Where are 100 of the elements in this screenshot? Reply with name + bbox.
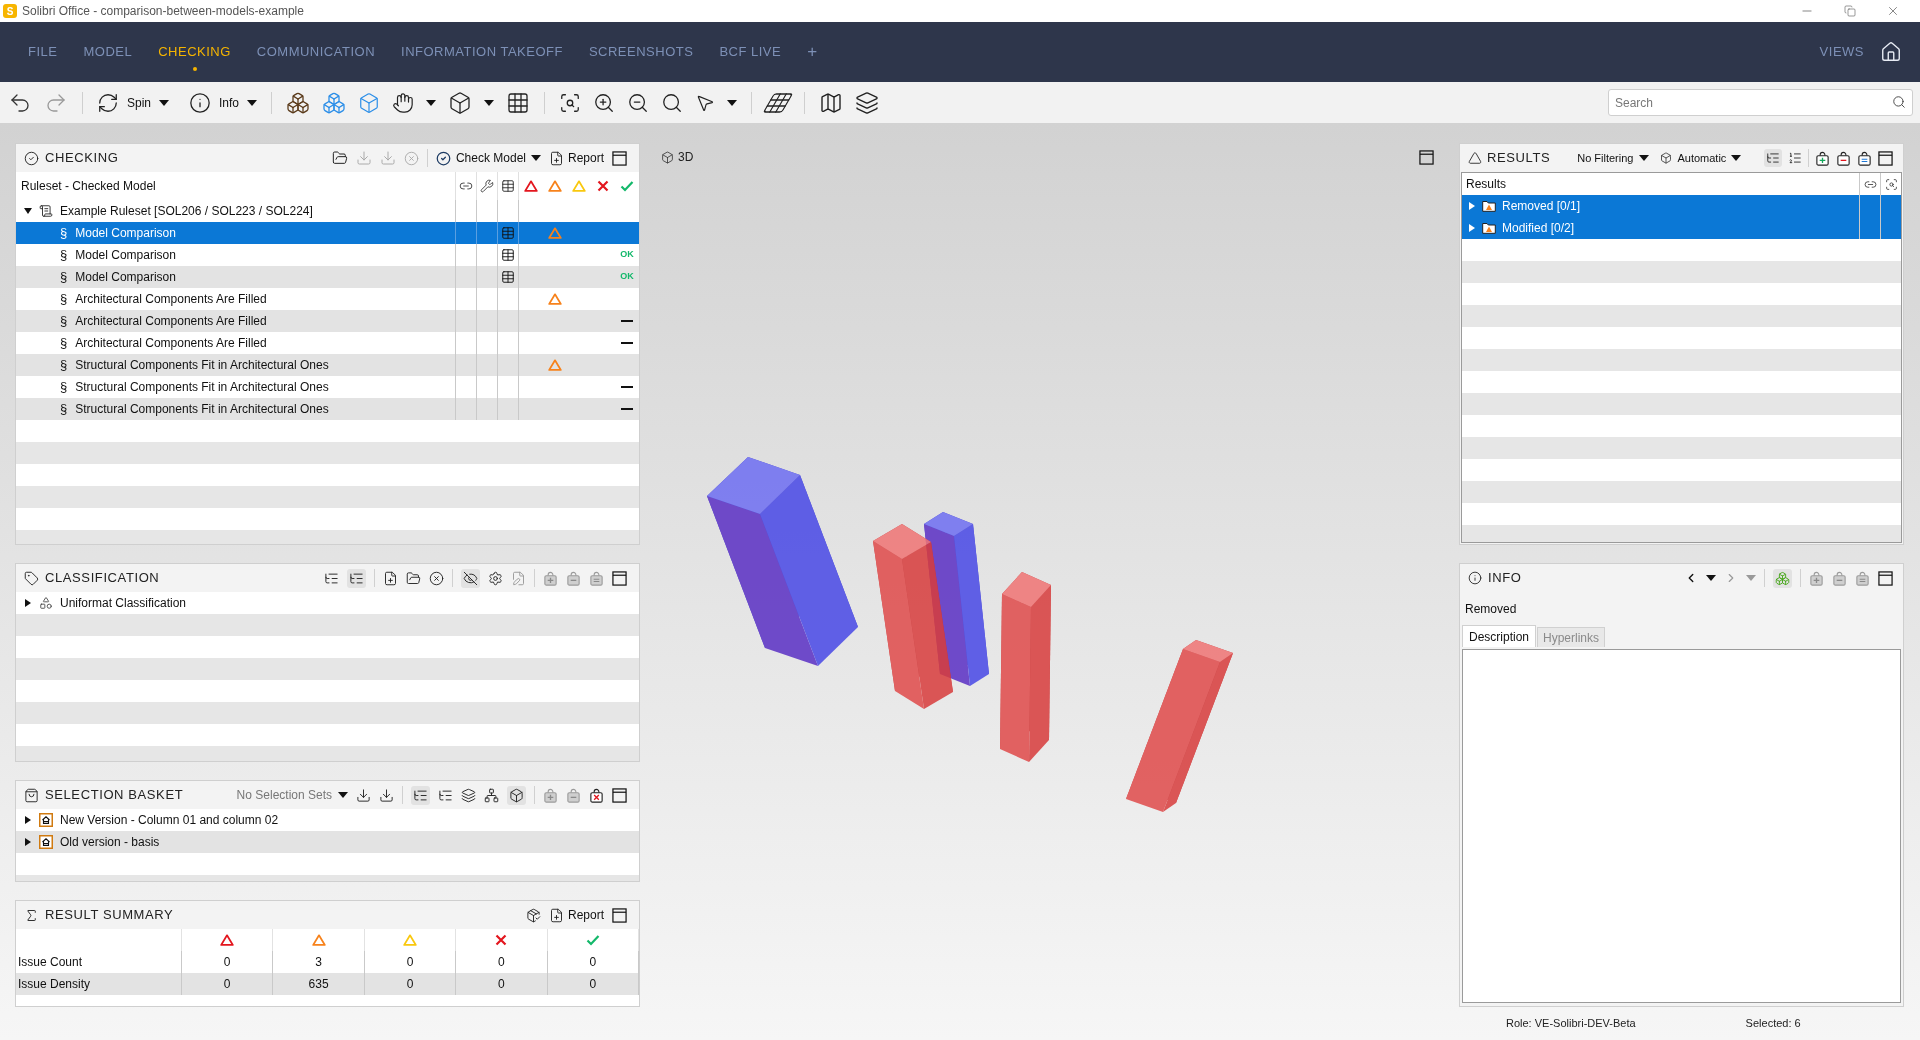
search-field[interactable]: Search: [1608, 89, 1913, 116]
info-icon[interactable]: [189, 91, 212, 114]
bag-equals-icon[interactable]: [1857, 150, 1872, 166]
view-title: 3D: [678, 149, 694, 166]
settings-icon[interactable]: [488, 570, 503, 586]
menu-tab[interactable]: FILE: [15, 32, 71, 72]
eye-off-icon[interactable]: [463, 570, 478, 586]
caret-icon[interactable]: [484, 99, 495, 106]
maximize-panel-icon[interactable]: [612, 907, 627, 923]
expand-arrow-icon[interactable]: [24, 599, 32, 607]
expand-arrow-icon[interactable]: [24, 816, 32, 824]
rotate-icon[interactable]: [97, 91, 119, 114]
caret-icon[interactable]: [426, 99, 437, 106]
caret-icon[interactable]: [247, 99, 258, 106]
close-icon[interactable]: [1886, 4, 1900, 18]
scan-search-icon[interactable]: [1884, 177, 1898, 191]
info-button[interactable]: Info: [189, 91, 258, 114]
zoom-out-icon[interactable]: [627, 91, 650, 114]
tree-icon[interactable]: [349, 570, 364, 586]
house-icon[interactable]: [1880, 41, 1902, 63]
cube-icon: [661, 150, 674, 164]
new-file-icon[interactable]: [383, 570, 398, 586]
maximize-panel-icon[interactable]: [612, 787, 627, 803]
tree-icon[interactable]: [438, 787, 453, 803]
maximize-panel-icon[interactable]: [1878, 570, 1893, 586]
ok-status-label: OK: [620, 248, 634, 262]
caret-icon[interactable]: [727, 99, 738, 106]
caret-icon[interactable]: [338, 792, 348, 798]
check-circle-icon[interactable]: [435, 150, 451, 166]
folder-icon[interactable]: [406, 570, 421, 586]
shapes-icon[interactable]: [39, 596, 53, 610]
table-icon[interactable]: [501, 179, 515, 193]
wrench-icon[interactable]: [480, 179, 494, 193]
download-icon[interactable]: [356, 787, 371, 803]
document-plus-icon[interactable]: [548, 907, 564, 923]
menu-tab[interactable]: MODEL: [70, 32, 146, 72]
caret-icon[interactable]: [1639, 155, 1650, 161]
menu-tab[interactable]: SCREENSHOTS: [575, 32, 707, 72]
folder-icon[interactable]: [331, 150, 348, 166]
maximize-panel-icon[interactable]: [612, 570, 627, 586]
maximize-panel-icon[interactable]: [1419, 149, 1434, 165]
cube-icon[interactable]: [1660, 152, 1673, 164]
check-model-button[interactable]: Check Model: [435, 149, 541, 167]
cube-icon[interactable]: [509, 787, 524, 803]
search-icon[interactable]: [1892, 95, 1906, 109]
report-button[interactable]: Report: [548, 906, 604, 924]
table-icon[interactable]: [501, 270, 515, 284]
menu-tab[interactable]: INFORMATION TAKEOFF: [388, 32, 576, 72]
network-icon[interactable]: [484, 787, 499, 803]
grid-icon[interactable]: [506, 90, 531, 115]
panel-title: INFO: [1488, 569, 1522, 588]
bag-cross-icon[interactable]: [589, 787, 604, 803]
caret-icon[interactable]: [1706, 575, 1716, 581]
views-button[interactable]: VIEWS: [1819, 42, 1864, 62]
menu-tab[interactable]: BCF LIVE: [706, 32, 795, 72]
document-plus-icon[interactable]: [548, 150, 564, 166]
filter-dropdown[interactable]: No Filtering: [1577, 149, 1650, 167]
expand-arrow-icon[interactable]: [24, 207, 32, 215]
caret-icon[interactable]: [159, 99, 170, 106]
report-button[interactable]: Report: [548, 149, 604, 167]
mode-dropdown[interactable]: Automatic: [1660, 149, 1742, 167]
description-field[interactable]: [1462, 649, 1901, 1003]
magnifier-icon[interactable]: [661, 91, 684, 114]
caret-icon[interactable]: [530, 155, 541, 161]
bag-minus-icon[interactable]: [1836, 150, 1851, 166]
selection-sets-dropdown[interactable]: No Selection Sets: [236, 786, 348, 804]
hand-icon[interactable]: [392, 91, 415, 114]
caret-icon[interactable]: [1731, 155, 1742, 161]
add-tab-button[interactable]: +: [794, 39, 831, 65]
spin-button[interactable]: Spin: [97, 91, 170, 114]
maximize-panel-icon[interactable]: [612, 150, 627, 166]
bag-plus-icon[interactable]: [1815, 150, 1830, 166]
house-icon: [39, 835, 53, 849]
maximize-panel-icon[interactable]: [1878, 150, 1893, 166]
tree-icon[interactable]: [324, 570, 339, 586]
panel-title: CLASSIFICATION: [45, 569, 160, 588]
check-circle-icon: [24, 150, 39, 166]
zoom-fit-icon[interactable]: [559, 91, 582, 114]
cubes-icon[interactable]: [286, 90, 311, 115]
info-tab[interactable]: Description: [1462, 625, 1537, 647]
numbered-list-icon[interactable]: [1788, 151, 1802, 165]
expand-arrow-icon[interactable]: [24, 838, 32, 846]
tree-icon[interactable]: [413, 787, 428, 803]
package-check-icon[interactable]: [525, 907, 541, 923]
bag-icon: [24, 787, 39, 803]
cube-icon[interactable]: [448, 90, 473, 115]
layers-icon[interactable]: [855, 90, 880, 115]
zoom-in-icon[interactable]: [593, 91, 616, 114]
scroll-icon[interactable]: [39, 204, 53, 218]
menu-tab[interactable]: COMMUNICATION: [243, 32, 389, 72]
rule-row[interactable]: § Model Comparison: [16, 222, 639, 244]
menu-tab[interactable]: CHECKING: [145, 32, 244, 72]
selection-set-name: New Version - Column 01 and column 02: [60, 812, 279, 829]
download-icon[interactable]: [379, 787, 394, 803]
result-row[interactable]: Modified [0/2]: [1462, 217, 1901, 239]
cancel-icon[interactable]: [429, 570, 444, 586]
link-icon[interactable]: [459, 179, 473, 193]
table-icon[interactable]: [501, 248, 515, 262]
layers-icon[interactable]: [461, 787, 476, 803]
result-row[interactable]: Removed [0/1]: [1462, 195, 1901, 217]
